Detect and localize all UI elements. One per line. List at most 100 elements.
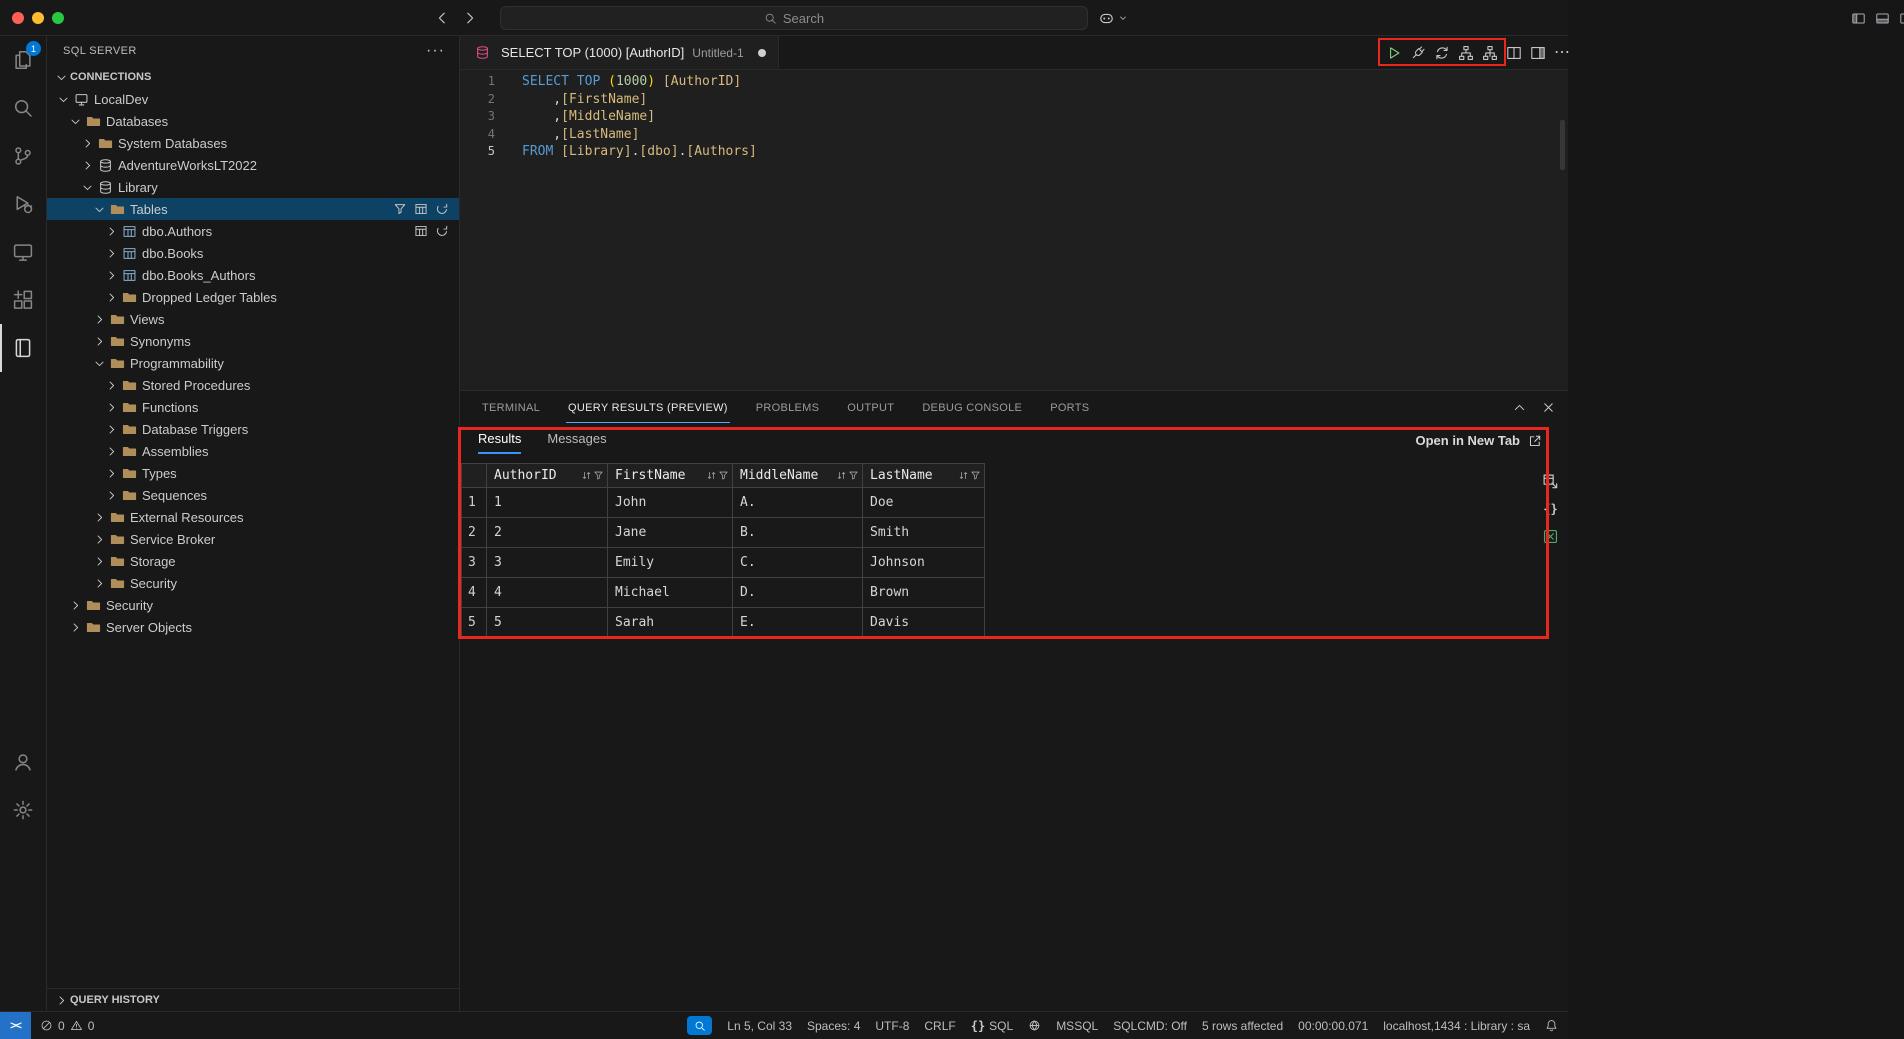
chevron-right-icon[interactable] — [103, 377, 119, 393]
back-icon[interactable] — [434, 10, 450, 26]
errors-warnings[interactable]: 0 0 — [40, 1019, 94, 1033]
grid-cell[interactable]: 5 — [487, 608, 608, 638]
chevron-right-icon[interactable] — [67, 619, 83, 635]
row-number[interactable]: 5 — [461, 608, 487, 638]
column-header-firstname[interactable]: FirstName — [608, 463, 733, 488]
grid-row-4[interactable]: 44MichaelD.Brown — [461, 578, 985, 608]
grid-cell[interactable]: 2 — [487, 518, 608, 548]
status-encoding[interactable]: UTF-8 — [875, 1019, 909, 1033]
split-editor-icon[interactable] — [1506, 45, 1522, 61]
tree-item-server-objects[interactable]: Server Objects — [47, 616, 459, 638]
copilot-menu[interactable] — [1098, 0, 1128, 36]
activity-sql-server[interactable] — [0, 324, 46, 372]
filter-icon[interactable] — [593, 470, 604, 481]
grid-cell[interactable]: Davis — [863, 608, 985, 638]
connections-section-header[interactable]: CONNECTIONS — [47, 66, 459, 88]
grid-cell[interactable]: Sarah — [608, 608, 733, 638]
status-indentation[interactable]: Spaces: 4 — [807, 1019, 860, 1033]
chevron-down-icon[interactable] — [67, 113, 83, 129]
filter-icon[interactable] — [848, 470, 859, 481]
status-rows-affected[interactable]: 5 rows affected — [1202, 1019, 1283, 1033]
status-zoom-indicator[interactable] — [687, 1016, 712, 1035]
filter-icon[interactable] — [970, 470, 981, 481]
row-number[interactable]: 4 — [461, 578, 487, 608]
sort-icon[interactable] — [706, 470, 717, 481]
status-query-time[interactable]: 00:00:00.071 — [1298, 1019, 1368, 1033]
toggle-primary-sidebar-icon[interactable] — [1851, 11, 1866, 26]
activity-accounts[interactable] — [0, 738, 46, 786]
status-sqlcmd[interactable]: SQLCMD: Off — [1113, 1019, 1187, 1033]
tree-item-dbo-books-authors[interactable]: dbo.Books_Authors — [47, 264, 459, 286]
chevron-right-icon[interactable] — [103, 443, 119, 459]
tree-item-functions[interactable]: Functions — [47, 396, 459, 418]
results-grid[interactable]: AuthorIDFirstNameMiddleNameLastName11Joh… — [461, 463, 985, 638]
activity-remote-explorer[interactable] — [0, 228, 46, 276]
tree-item-security[interactable]: Security — [47, 572, 459, 594]
activity-settings[interactable] — [0, 786, 46, 834]
save-as-json-icon[interactable]: {} — [1543, 502, 1557, 516]
tree-item-service-broker[interactable]: Service Broker — [47, 528, 459, 550]
chevron-down-icon[interactable] — [91, 355, 107, 371]
status-connection[interactable]: localhost,1434 : Library : sa — [1383, 1019, 1530, 1033]
panel-tab-output[interactable]: OUTPUT — [845, 402, 896, 423]
grid-cell[interactable]: John — [608, 488, 733, 518]
new-table-icon[interactable] — [414, 202, 428, 216]
tree-item-databases[interactable]: Databases — [47, 110, 459, 132]
minimize-window-button[interactable] — [32, 12, 44, 24]
forward-icon[interactable] — [462, 10, 478, 26]
tree-item-programmability[interactable]: Programmability — [47, 352, 459, 374]
status-eol[interactable]: CRLF — [924, 1019, 955, 1033]
activity-explorer[interactable]: 1 — [0, 36, 46, 84]
status-language-mode[interactable]: {}SQL — [971, 1019, 1013, 1033]
connect-icon[interactable] — [1410, 45, 1426, 61]
chevron-down-icon[interactable] — [55, 91, 71, 107]
chevron-right-icon[interactable] — [103, 487, 119, 503]
grid-corner-cell[interactable] — [461, 463, 487, 488]
grid-row-2[interactable]: 22JaneB.Smith — [461, 518, 985, 548]
open-in-new-tab-button[interactable]: Open in New Tab — [1416, 433, 1543, 448]
activity-run-and-debug[interactable] — [0, 180, 46, 228]
sort-icon[interactable] — [836, 470, 847, 481]
tree-item-assemblies[interactable]: Assemblies — [47, 440, 459, 462]
tree-item-security[interactable]: Security — [47, 594, 459, 616]
status-cursor-position[interactable]: Ln 5, Col 33 — [727, 1019, 792, 1033]
column-header-authorid[interactable]: AuthorID — [487, 463, 608, 488]
select-top-1000-icon[interactable] — [414, 224, 428, 238]
panel-tab-debug-console[interactable]: DEBUG CONSOLE — [920, 402, 1024, 423]
code-line-4[interactable]: 4 ,[LastName] — [460, 126, 1568, 144]
tree-item-types[interactable]: Types — [47, 462, 459, 484]
filter-icon[interactable] — [718, 470, 729, 481]
actual-plan-icon[interactable] — [1482, 45, 1498, 61]
tree-item-dbo-authors[interactable]: dbo.Authors — [47, 220, 459, 242]
chevron-right-icon[interactable] — [91, 553, 107, 569]
results-tab-results[interactable]: Results — [478, 431, 521, 454]
grid-cell[interactable]: B. — [733, 518, 863, 548]
chevron-right-icon[interactable] — [91, 531, 107, 547]
grid-cell[interactable]: A. — [733, 488, 863, 518]
chevron-right-icon[interactable] — [91, 333, 107, 349]
chevron-down-icon[interactable] — [79, 179, 95, 195]
code-line-2[interactable]: 2 ,[FirstName] — [460, 91, 1568, 109]
sidebar-more-actions-icon[interactable]: ··· — [426, 42, 445, 60]
chevron-right-icon[interactable] — [91, 311, 107, 327]
grid-cell[interactable]: 1 — [487, 488, 608, 518]
status-notifications[interactable] — [1545, 1019, 1558, 1032]
zoom-window-button[interactable] — [52, 12, 64, 24]
toggle-panel-icon[interactable] — [1875, 11, 1890, 26]
save-as-excel-icon[interactable] — [1542, 528, 1559, 545]
query-history-section-header[interactable]: QUERY HISTORY — [47, 988, 459, 1011]
estimated-plan-icon[interactable] — [1458, 45, 1474, 61]
grid-cell[interactable]: E. — [733, 608, 863, 638]
chevron-right-icon[interactable] — [79, 157, 95, 173]
column-header-lastname[interactable]: LastName — [863, 463, 985, 488]
command-center-search[interactable]: Search — [500, 6, 1088, 30]
grid-cell[interactable]: C. — [733, 548, 863, 578]
chevron-right-icon[interactable] — [103, 421, 119, 437]
status-language-status[interactable] — [1028, 1019, 1041, 1032]
chevron-right-icon[interactable] — [103, 245, 119, 261]
tree-item-dropped-ledger-tables[interactable]: Dropped Ledger Tables — [47, 286, 459, 308]
column-header-middlename[interactable]: MiddleName — [733, 463, 863, 488]
code-line-1[interactable]: 1SELECT TOP (1000) [AuthorID] — [460, 73, 1568, 91]
chevron-right-icon[interactable] — [103, 465, 119, 481]
chevron-right-icon[interactable] — [103, 289, 119, 305]
